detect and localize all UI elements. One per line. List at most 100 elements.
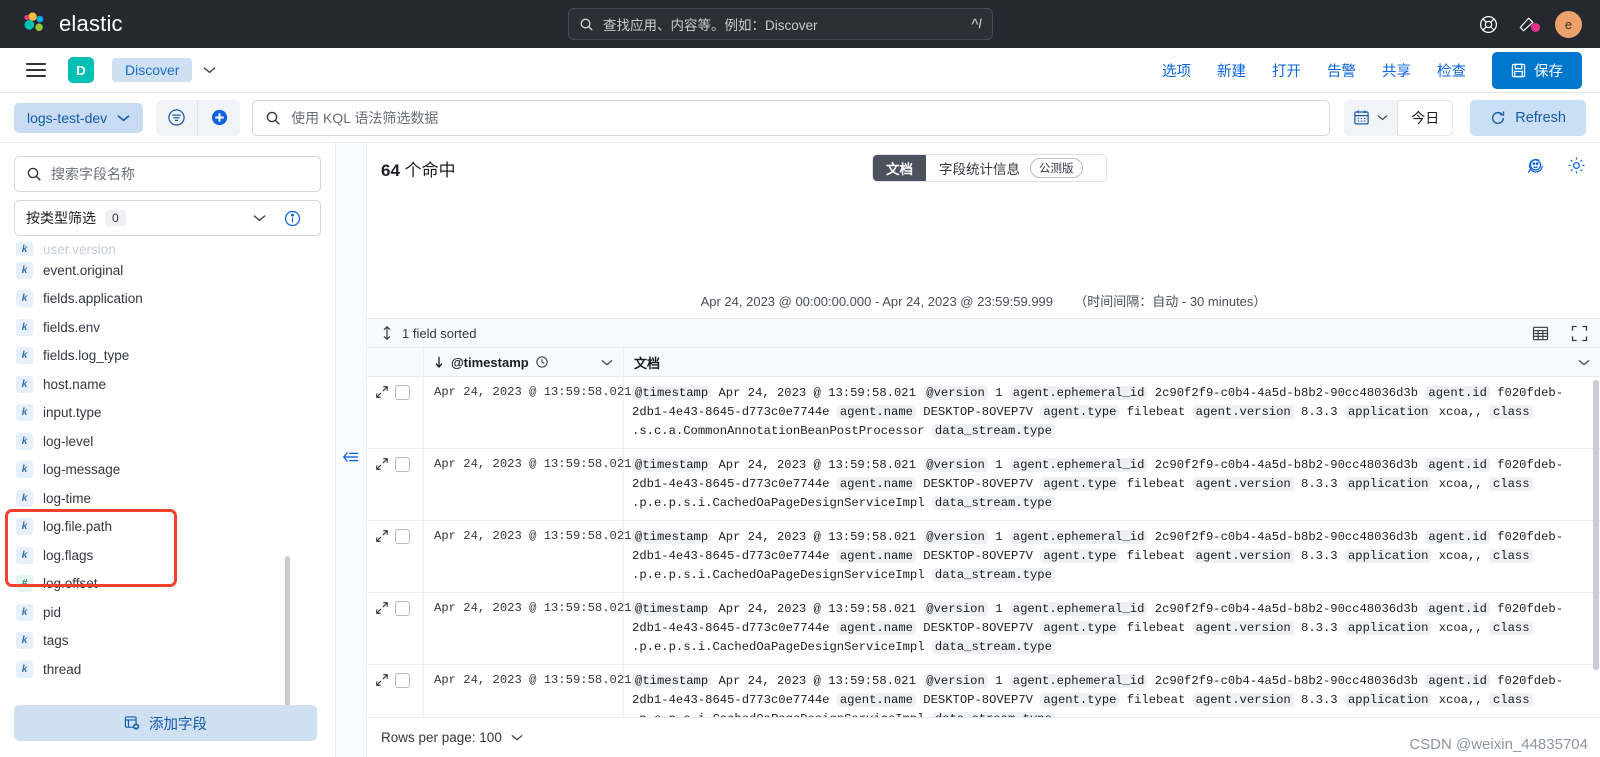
chevron-down-icon[interactable]: [601, 359, 613, 366]
field-type-filter[interactable]: 按类型筛选 0: [14, 200, 321, 236]
menu-toggle-icon[interactable]: [26, 63, 46, 77]
nav-link-options[interactable]: 选项: [1162, 60, 1191, 81]
row-checkbox[interactable]: [395, 385, 410, 400]
list-item[interactable]: k fields.log_type: [0, 342, 335, 371]
watermark: CSDN @weixin_44835704: [1409, 736, 1588, 753]
gear-icon[interactable]: [1567, 156, 1586, 175]
field-search-placeholder: 搜索字段名称: [51, 166, 135, 182]
filter-options-button[interactable]: [156, 99, 199, 136]
table-row[interactable]: Apr 24, 2023 @ 13:59:58.021 @timestamp Ap…: [367, 665, 1600, 717]
row-checkbox[interactable]: [395, 457, 410, 472]
rows-per-page-label: Rows per page: 100: [381, 730, 502, 745]
tab-field-statistics-label: 字段统计信息: [939, 162, 1020, 177]
column-header-document[interactable]: 文档: [624, 348, 1600, 377]
row-controls: [367, 521, 424, 592]
list-item[interactable]: k log.file.path: [0, 513, 335, 542]
clock-icon: [536, 356, 548, 368]
global-search-input[interactable]: 查找应用、内容等。例如：Discover ^/: [568, 8, 993, 40]
space-badge[interactable]: D: [68, 57, 94, 83]
doc-field-value: 2c90f2f9-c0b4-4a5d-b8b2-90cc48036d3b: [1154, 530, 1419, 544]
doc-field-key: agent.type: [1040, 693, 1120, 707]
tab-documents[interactable]: 文档: [873, 155, 926, 181]
field-list[interactable]: k user.version k event.original k fields.ap…: [0, 236, 335, 705]
table-row[interactable]: Apr 24, 2023 @ 13:59:58.021 @timestamp Ap…: [367, 449, 1600, 521]
date-range-label[interactable]: 今日: [1398, 99, 1454, 136]
feedback-icon[interactable]: [1526, 156, 1545, 175]
nav-link-inspect[interactable]: 检查: [1437, 60, 1466, 81]
list-item[interactable]: k event.original: [0, 256, 335, 285]
grid-scrollbar[interactable]: [1593, 380, 1599, 670]
doc-field-key: data_stream.type: [931, 640, 1055, 654]
nav-link-new[interactable]: 新建: [1217, 60, 1246, 81]
chevron-down-icon[interactable]: [203, 66, 216, 74]
doc-field-value: 1: [995, 458, 1003, 472]
doc-field-value: 8.3.3: [1301, 477, 1338, 491]
nav-link-open[interactable]: 打开: [1272, 60, 1301, 81]
nav-link-alerts[interactable]: 告警: [1327, 60, 1356, 81]
collapse-sidebar-icon[interactable]: [342, 157, 360, 757]
sort-icon[interactable]: [381, 326, 393, 340]
row-checkbox[interactable]: [395, 601, 410, 616]
field-search-input[interactable]: 搜索字段名称: [14, 156, 321, 192]
breadcrumb-discover[interactable]: Discover: [112, 58, 193, 82]
grid-body: Apr 24, 2023 @ 13:59:58.021 @timestamp Ap…: [367, 377, 1600, 717]
expand-row-icon[interactable]: [375, 673, 389, 687]
save-button-label: 保存: [1534, 63, 1563, 80]
calendar-quick-select[interactable]: [1344, 99, 1399, 136]
help-icon[interactable]: [1478, 14, 1499, 35]
column-header-timestamp[interactable]: @timestamp: [424, 348, 624, 377]
info-icon[interactable]: [275, 210, 309, 227]
expand-row-icon[interactable]: [375, 529, 389, 543]
field-type-icon: k: [16, 375, 33, 393]
doc-field-value: filebeat: [1126, 621, 1186, 635]
data-source-label: logs-test-dev: [27, 109, 108, 126]
brand-text: elastic: [59, 11, 123, 36]
table-row[interactable]: Apr 24, 2023 @ 13:59:58.021 @timestamp Ap…: [367, 593, 1600, 665]
list-item[interactable]: k log-message: [0, 456, 335, 485]
elastic-brand[interactable]: elastic: [0, 11, 123, 37]
row-checkbox[interactable]: [395, 529, 410, 544]
doc-field-value: DESKTOP-8OVEP7V: [923, 405, 1033, 419]
avatar[interactable]: e: [1555, 10, 1582, 38]
table-density-icon[interactable]: [1532, 325, 1549, 342]
announcements-icon[interactable]: [1517, 14, 1540, 34]
rows-per-page-select[interactable]: Rows per page: 100: [381, 730, 523, 745]
add-filter-button[interactable]: [198, 99, 241, 136]
nav-link-share[interactable]: 共享: [1382, 60, 1411, 81]
list-item[interactable]: k input.type: [0, 399, 335, 428]
expand-row-icon[interactable]: [375, 457, 389, 471]
doc-field-key: class: [1489, 693, 1533, 707]
expand-row-icon[interactable]: [375, 601, 389, 615]
row-checkbox[interactable]: [395, 673, 410, 688]
sidebar-scrollbar[interactable]: [285, 556, 290, 705]
doc-field-value: 8.3.3: [1301, 621, 1338, 635]
doc-field-value: .p.e.p.s.i.CachedOaPageDesignServiceImpl: [632, 568, 925, 582]
add-field-button[interactable]: 添加字段: [14, 705, 317, 741]
expand-row-icon[interactable]: [375, 385, 389, 399]
list-item[interactable]: k log-level: [0, 427, 335, 456]
save-button[interactable]: 保存: [1492, 51, 1582, 89]
table-row[interactable]: Apr 24, 2023 @ 13:59:58.021 @timestamp Ap…: [367, 377, 1600, 449]
sort-bar-text[interactable]: 1 field sorted: [402, 326, 476, 341]
doc-field-key: agent.type: [1040, 621, 1120, 635]
header-actions: e: [1478, 0, 1582, 48]
notification-badge: [1531, 23, 1540, 32]
search-icon: [579, 17, 594, 32]
list-item[interactable]: k user.version: [0, 242, 335, 256]
table-row[interactable]: Apr 24, 2023 @ 13:59:58.021 @timestamp Ap…: [367, 521, 1600, 593]
kql-search-input[interactable]: 使用 KQL 语法筛选数据: [252, 99, 1331, 136]
refresh-button[interactable]: Refresh: [1470, 99, 1586, 136]
chevron-down-icon: [1377, 114, 1388, 121]
calendar-icon: [1353, 109, 1370, 126]
fullscreen-icon[interactable]: [1571, 325, 1588, 342]
list-item[interactable]: k fields.application: [0, 285, 335, 314]
query-bar: logs-test-dev 使用 KQL 语法筛选数据 今日 Refresh: [0, 93, 1600, 143]
list-item[interactable]: k log-time: [0, 484, 335, 513]
tab-field-statistics[interactable]: 字段统计信息 公测版: [926, 155, 1106, 181]
doc-field-key: application: [1344, 693, 1432, 707]
list-item[interactable]: k host.name: [0, 370, 335, 399]
list-item[interactable]: k fields.env: [0, 313, 335, 342]
field-type-icon: k: [16, 518, 33, 536]
data-source-select[interactable]: logs-test-dev: [14, 102, 144, 133]
chevron-down-icon[interactable]: [1578, 359, 1590, 366]
